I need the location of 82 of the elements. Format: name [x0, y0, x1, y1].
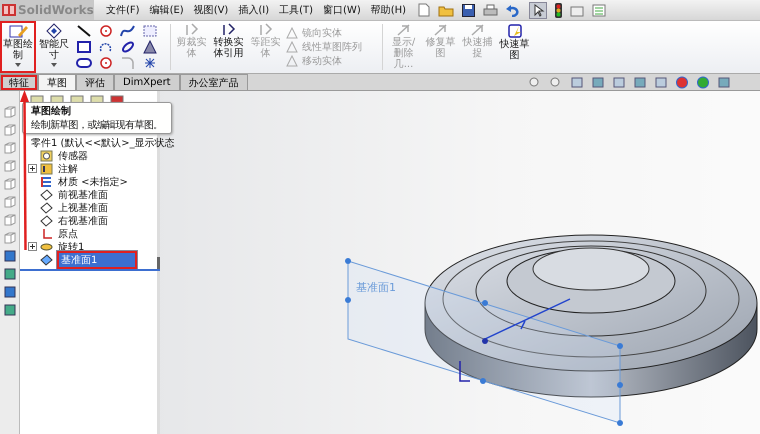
- view-toolbar-icon[interactable]: [633, 76, 648, 88]
- save-icon[interactable]: [462, 4, 476, 16]
- view-toolbar-icon[interactable]: [675, 76, 690, 88]
- ribbon-button[interactable]: 草图绘制: [0, 21, 36, 73]
- plane-icon: [40, 254, 53, 266]
- pencil-sketch-icon: [8, 23, 28, 39]
- plane-label: 基准面1: [356, 281, 396, 294]
- menu-item[interactable]: 帮助(H): [370, 3, 406, 17]
- app-name: SolidWorks: [18, 3, 94, 17]
- triangle-icon: [286, 41, 298, 53]
- slot-icon[interactable]: [76, 56, 92, 70]
- rect-icon[interactable]: [76, 40, 92, 54]
- revolve-icon: [40, 240, 53, 252]
- view-toolbar-icon[interactable]: [570, 76, 585, 88]
- caret-icon: [15, 63, 21, 67]
- file-properties-icon[interactable]: [570, 4, 584, 16]
- view-cube-icon[interactable]: [2, 303, 16, 317]
- tree-item[interactable]: 原点: [56, 226, 80, 240]
- tree-item[interactable]: 基准面1: [56, 250, 138, 270]
- spline-icon[interactable]: [120, 24, 136, 38]
- view-cube-icon[interactable]: [2, 285, 16, 299]
- line-icon[interactable]: [76, 24, 92, 38]
- ribbon-button[interactable]: 快速草图: [496, 21, 533, 73]
- triangle-icon: [286, 27, 298, 39]
- triangle-icon: [286, 55, 298, 67]
- menu-item[interactable]: 工具(T): [279, 3, 314, 17]
- ribbon-tab[interactable]: DimXpert: [114, 74, 180, 90]
- ribbon-tab[interactable]: 特征: [0, 74, 38, 90]
- tree-item[interactable]: 传感器: [56, 148, 90, 162]
- circle2-icon[interactable]: [98, 56, 114, 70]
- view-cube-icon[interactable]: [2, 267, 16, 281]
- new-file-icon[interactable]: [418, 3, 430, 17]
- reference-plane[interactable]: [345, 258, 623, 426]
- splitter-handle[interactable]: [157, 256, 160, 268]
- undo-icon[interactable]: [506, 4, 522, 16]
- menu-item[interactable]: 窗口(W): [323, 3, 361, 17]
- point-icon[interactable]: [142, 56, 158, 70]
- expand-icon[interactable]: [28, 164, 37, 173]
- ribbon-tab[interactable]: 评估: [76, 74, 114, 90]
- lightning-icon: [506, 23, 522, 39]
- ribbon-tab[interactable]: 办公室产品: [180, 74, 248, 90]
- tree-item[interactable]: 上视基准面: [56, 200, 110, 214]
- ribbon-button[interactable]: 智能尺寸: [36, 21, 72, 73]
- logo-icon: [2, 4, 16, 16]
- tree-item[interactable]: 前视基准面: [56, 188, 110, 202]
- printer-icon[interactable]: [483, 4, 498, 16]
- sensor-icon: [40, 150, 53, 162]
- options-icon[interactable]: [592, 4, 606, 16]
- tree-item[interactable]: 注解: [56, 162, 80, 176]
- caret-icon: [51, 63, 57, 67]
- material-icon: [40, 176, 53, 188]
- menu-item[interactable]: 插入(I): [238, 3, 270, 17]
- plane-icon: [40, 202, 53, 214]
- ribbon-button[interactable]: 转换实体引用: [210, 21, 247, 73]
- tooltip-text: 绘制新草图，或编辑现有草图。: [31, 118, 164, 132]
- expand-icon[interactable]: [28, 242, 37, 251]
- plane-icon: [40, 188, 53, 200]
- arc-icon[interactable]: [98, 40, 114, 54]
- menu-item[interactable]: 编辑(E): [150, 3, 184, 17]
- tree-item[interactable]: 零件1 (默认<<默认>_显示状态: [31, 136, 175, 150]
- ellipse-icon[interactable]: [120, 40, 136, 54]
- circle-icon[interactable]: [98, 24, 114, 38]
- menu-item[interactable]: 文件(F): [106, 3, 140, 17]
- tree-item[interactable]: 右视基准面: [56, 214, 110, 228]
- menu-item[interactable]: 视图(V): [194, 3, 228, 17]
- view-toolbar-icon[interactable]: [654, 76, 669, 88]
- traffic-light-icon[interactable]: [555, 2, 562, 18]
- ribbon-tab[interactable]: 草图: [38, 74, 76, 90]
- annotation-icon: [40, 162, 53, 174]
- view-toolbar-icon[interactable]: [591, 76, 606, 88]
- diamond-icon: [46, 23, 62, 39]
- pointer-icon[interactable]: [529, 2, 548, 18]
- tool-icon: [220, 23, 236, 37]
- view-toolbar-icon[interactable]: [612, 76, 627, 88]
- grid-icon[interactable]: [142, 24, 158, 38]
- tree-item[interactable]: 材质 <未指定>: [56, 174, 130, 188]
- view-cube-icon[interactable]: [2, 249, 16, 263]
- folder-icon[interactable]: [438, 4, 454, 16]
- tooltip-title: 草图绘制: [31, 104, 72, 118]
- plane-icon: [40, 214, 53, 226]
- view-toolbar-icon[interactable]: [717, 76, 732, 88]
- view-toolbar-icon[interactable]: [696, 76, 711, 88]
